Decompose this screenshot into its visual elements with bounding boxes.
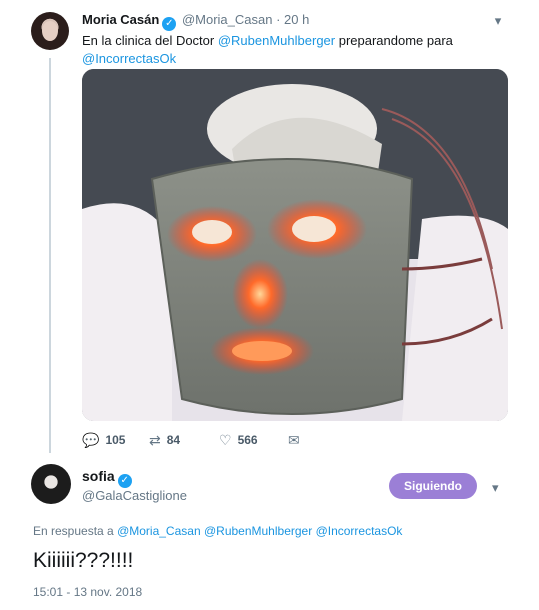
dm-button[interactable]: ✉ bbox=[288, 432, 306, 449]
like-count: 566 bbox=[237, 433, 258, 447]
avatar[interactable] bbox=[31, 12, 69, 50]
envelope-icon: ✉ bbox=[288, 432, 300, 448]
tweet-text-part: En la clinica del Doctor bbox=[82, 33, 218, 48]
mention-link[interactable]: @Moria_Casan bbox=[117, 524, 201, 538]
tweet-time[interactable]: 20 h bbox=[284, 12, 309, 27]
retweet-button[interactable]: ⇄ 84 bbox=[149, 432, 180, 449]
mention-link[interactable]: @IncorrectasOk bbox=[316, 524, 403, 538]
mention-link[interactable]: @IncorrectasOk bbox=[82, 51, 176, 66]
reply-context: En respuesta a @Moria_Casan @RubenMuhlbe… bbox=[33, 524, 402, 538]
reply-icon: 💬 bbox=[82, 432, 100, 448]
retweet-icon: ⇄ bbox=[149, 432, 161, 448]
thread-connector-line bbox=[49, 58, 51, 453]
like-button[interactable]: ♡ 566 bbox=[219, 432, 258, 449]
mention-link[interactable]: @RubenMuhlberger bbox=[204, 524, 312, 538]
reply-button[interactable]: 💬 105 bbox=[82, 432, 125, 449]
author-name-text: sofia bbox=[82, 468, 115, 484]
tweet-header: Moria Casán ✓ @Moria_Casan · 20 h bbox=[82, 12, 309, 31]
chevron-down-icon[interactable]: ▾ bbox=[491, 14, 505, 28]
tweet-text-part: preparandome para bbox=[335, 33, 453, 48]
separator-dot: · bbox=[276, 12, 281, 27]
verified-badge-icon: ✓ bbox=[117, 474, 132, 488]
chevron-down-icon[interactable]: ▾ bbox=[492, 480, 499, 496]
avatar[interactable] bbox=[31, 464, 71, 504]
reply-count: 105 bbox=[105, 433, 126, 447]
author-handle[interactable]: @Moria_Casan bbox=[182, 12, 273, 27]
mention-link[interactable]: @RubenMuhlberger bbox=[218, 33, 335, 48]
tweet-photo[interactable] bbox=[82, 69, 508, 421]
heart-icon: ♡ bbox=[219, 432, 232, 448]
author-name[interactable]: sofia ✓ bbox=[82, 468, 134, 488]
reply-prefix: En respuesta a bbox=[33, 524, 118, 538]
tweet-text: Kiiiiii???!!!! bbox=[33, 549, 134, 572]
tweet-timestamp[interactable]: 15:01 - 13 nov. 2018 bbox=[33, 585, 142, 599]
author-name[interactable]: Moria Casán bbox=[82, 12, 159, 27]
verified-badge-icon: ✓ bbox=[162, 17, 177, 31]
author-handle[interactable]: @GalaCastiglione bbox=[82, 488, 187, 503]
led-mask-image bbox=[82, 69, 508, 421]
retweet-count: 84 bbox=[166, 433, 181, 447]
following-button[interactable]: Siguiendo bbox=[389, 473, 477, 499]
